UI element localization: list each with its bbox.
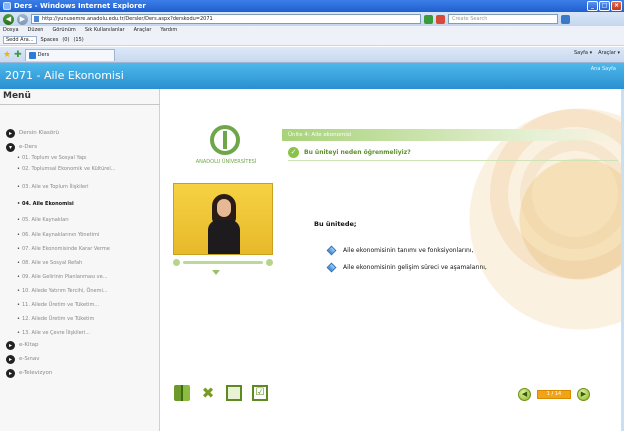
stop-icon[interactable] (436, 14, 445, 24)
sidebar-item-09[interactable]: 09. Aile Gelirinin Planlanması ve... (17, 274, 157, 280)
course-title: 2071 - Aile Ekonomisi (5, 69, 124, 82)
intro-text: Bu ünitede; (314, 220, 357, 228)
unit-header: Ünite 4: Aile ekonomisi (282, 129, 624, 141)
sidebar-section-folder[interactable]: ▸ Dersin Klasörü (6, 127, 59, 139)
expand-icon: ▸ (6, 340, 15, 350)
sidebar-item-03[interactable]: 03. Aile ve Toplum İlişkileri (17, 184, 157, 190)
site-header: 2071 - Aile Ekonomisi Ana Sayfa (0, 63, 624, 89)
lecture-video[interactable] (173, 183, 273, 255)
toolbar-search-field[interactable]: Sedd Ara... (3, 36, 37, 44)
menu-edit[interactable]: Düzen (28, 26, 44, 35)
sidebar-section-e-kitap[interactable]: ▸ e-Kitap (6, 339, 39, 351)
video-volume-button[interactable] (266, 258, 273, 266)
screen-icon[interactable] (226, 385, 242, 401)
logo-mark (210, 125, 240, 155)
objective-divider (288, 160, 618, 161)
maximize-button[interactable]: □ (599, 1, 610, 11)
tab-row: ★ ✚ Ders Sayfa ▾ Araçlar ▾ (0, 47, 624, 63)
tab-ders[interactable]: Ders (24, 48, 115, 61)
objective-link[interactable]: ✓ Bu üniteyi neden öğrenmeliyiz? (288, 147, 411, 158)
next-page-button[interactable]: ▶ (577, 388, 590, 401)
checklist-icon[interactable]: ☑ (252, 385, 268, 401)
window-titlebar: Ders - Windows Internet Explorer _ □ × (0, 0, 624, 12)
forward-button[interactable]: ▶ (17, 13, 28, 25)
ie-icon (3, 2, 11, 10)
previous-page-button[interactable]: ◀ (518, 388, 531, 401)
sidebar-item-12[interactable]: 12. Ailede Üretim ve Tüketim (17, 316, 157, 322)
lesson-toolbar: ✖ ☑ (174, 385, 268, 401)
sidebar-item-13[interactable]: 13. Aile ve Çevre İlişkileri... (17, 330, 157, 336)
sidebar-item-02[interactable]: 02. Toplumsal Ekonomik ve Kültürel... (17, 166, 157, 172)
tools-menu[interactable]: Araçlar ▾ (598, 50, 620, 56)
video-controls (173, 256, 273, 268)
video-expand-icon[interactable] (212, 270, 220, 275)
background-decoration-inner (520, 139, 624, 249)
window-title: Ders - Windows Internet Explorer (14, 2, 146, 10)
sidebar-item-07[interactable]: 07. Aile Ekonomisinde Karar Verme (17, 246, 157, 252)
minimize-button[interactable]: _ (587, 1, 598, 11)
check-icon: ✓ (288, 147, 299, 158)
add-favorite-icon[interactable]: ✚ (14, 50, 22, 60)
sidebar-item-11[interactable]: 11. Ailede Üretim ve Tüketim... (17, 302, 157, 308)
page-number: 1 / 14 (537, 390, 571, 399)
command-bar: Sayfa ▾ Araçlar ▾ (574, 50, 620, 56)
book-icon[interactable] (174, 385, 190, 401)
presenter-image (208, 194, 240, 254)
menu-divider (0, 104, 160, 105)
video-play-button[interactable] (173, 258, 180, 266)
menu-heading: Menü (3, 91, 31, 101)
page-icon (34, 16, 39, 22)
menu-file[interactable]: Dosya (3, 26, 19, 35)
links-toolbar: Sedd Ara... Spaces (0) (15) (0, 35, 624, 46)
sidebar-section-e-televizyon[interactable]: ▸ e-Televizyon (6, 367, 52, 379)
logo-text: ANADOLU ÜNİVERSİTESİ (195, 159, 257, 165)
menu-help[interactable]: Yardım (160, 26, 177, 35)
spaces-link[interactable]: Spaces (41, 37, 59, 43)
bullet-diamond-icon (326, 262, 337, 273)
refresh-icon[interactable] (424, 14, 433, 24)
lesson-content: ANADOLU ÜNİVERSİTESİ Ünite 4: Aile ekono… (160, 89, 624, 431)
expand-icon: ▸ (6, 368, 15, 378)
page-navigator: ◀ 1 / 14 ▶ (518, 388, 590, 401)
menu-tools[interactable]: Araçlar (134, 26, 152, 35)
window-controls: _ □ × (587, 1, 622, 11)
search-input[interactable]: Create Search (448, 14, 558, 24)
sidebar-item-08[interactable]: 08. Aile ve Sosyal Refah (17, 260, 157, 266)
menu-bar: Dosya Düzen Görünüm Sık Kullanılanlar Ar… (0, 26, 624, 35)
home-link[interactable]: Ana Sayfa (591, 66, 616, 72)
tab-label: Ders (37, 51, 50, 58)
university-logo: ANADOLU ÜNİVERSİTESİ (178, 125, 274, 173)
page-menu[interactable]: Sayfa ▾ (574, 50, 592, 56)
menu-view[interactable]: Görünüm (52, 26, 75, 35)
feed-count[interactable]: (15) (73, 37, 83, 43)
list-item: Aile ekonomisinin gelişim süreci ve aşam… (326, 262, 487, 273)
back-button[interactable]: ◀ (3, 13, 14, 25)
sidebar-item-10[interactable]: 10. Ailede Yatırım Tercihi, Önemi... (17, 288, 157, 294)
collapse-icon: ▾ (6, 142, 15, 152)
address-url: http://yunusemre.anadolu.edu.tr/Dersler/… (42, 16, 213, 22)
expand-icon: ▸ (6, 354, 15, 364)
sidebar-item-04[interactable]: 04. Aile Ekonomisi (17, 201, 157, 207)
video-progress-track[interactable] (183, 260, 263, 264)
tools-icon[interactable]: ✖ (200, 385, 216, 401)
menu-favorites[interactable]: Sık Kullanılanlar (85, 26, 125, 35)
sidebar-section-e-ders[interactable]: ▾ e-Ders (6, 141, 37, 153)
objective-heading: Bu üniteyi neden öğrenmeliyiz? (304, 149, 411, 156)
bullet-diamond-icon (326, 245, 337, 256)
mail-count[interactable]: (0) (62, 37, 69, 43)
sidebar-item-05[interactable]: 05. Aile Kaynakları (17, 217, 157, 223)
favorites-star-icon[interactable]: ★ (3, 50, 11, 60)
list-item: Aile ekonomisinin tanımı ve fonksiyonlar… (326, 245, 473, 256)
tab-page-icon (28, 51, 36, 59)
sidebar-item-06[interactable]: 06. Aile Kaynaklarının Yönetimi (17, 232, 157, 238)
search-icon[interactable] (561, 14, 570, 24)
address-row: ◀ ▶ http://yunusemre.anadolu.edu.tr/Ders… (0, 12, 624, 26)
sidebar-item-01[interactable]: 01. Toplum ve Sosyal Yapı (17, 155, 157, 161)
sidebar-section-e-sinav[interactable]: ▸ e-Sınav (6, 353, 40, 365)
close-button[interactable]: × (611, 1, 622, 11)
expand-icon: ▸ (6, 128, 15, 138)
sidebar-menu: Menü ▸ Dersin Klasörü ▾ e-Ders 01. Toplu… (0, 89, 160, 431)
address-bar[interactable]: http://yunusemre.anadolu.edu.tr/Dersler/… (31, 14, 421, 24)
